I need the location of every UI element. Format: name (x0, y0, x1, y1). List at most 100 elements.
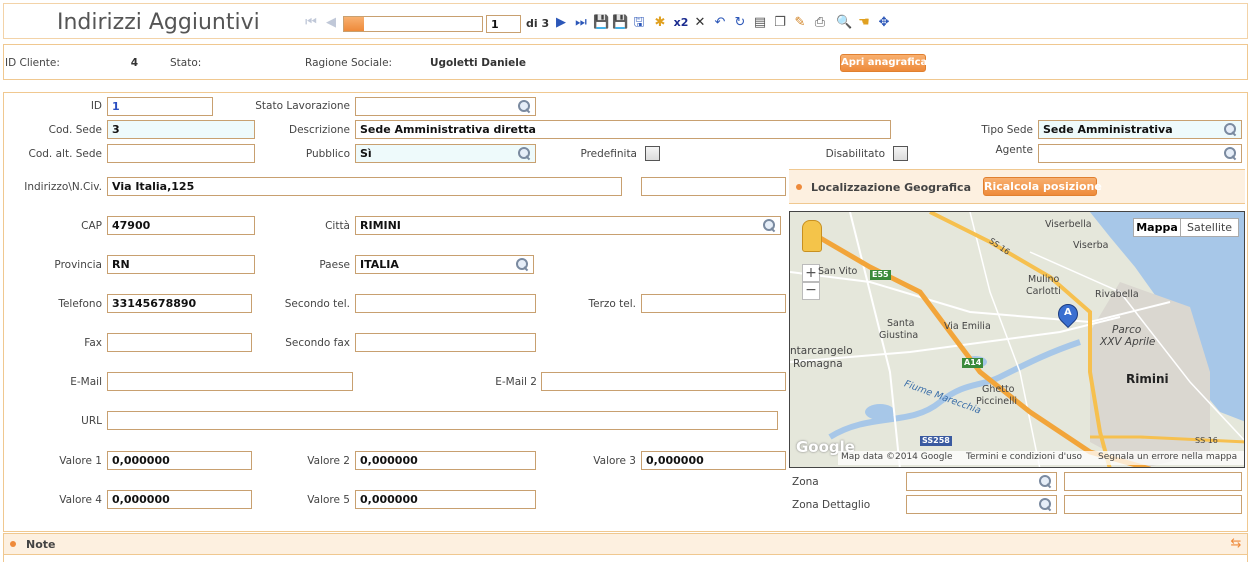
paese-label: Paese (319, 259, 350, 271)
map-label-santarcangelo: ntarcangelo (790, 345, 853, 357)
civico-field[interactable] (641, 177, 786, 196)
id-cliente-value: 4 (130, 57, 138, 69)
previous-record-icon[interactable]: ◀ (323, 15, 339, 31)
fax-field[interactable] (107, 333, 252, 352)
record-number-input[interactable]: 1 (486, 15, 521, 33)
map-footer-report[interactable]: Segnala un errore nella mappa (1098, 452, 1237, 462)
cap-field[interactable]: 47900 (107, 216, 255, 235)
email-field[interactable] (107, 372, 353, 391)
map-shield-ss258: SS258 (920, 436, 952, 446)
hand-icon[interactable]: ☚ (856, 15, 872, 31)
cod-sede-field[interactable]: 3 (107, 120, 255, 139)
predefinita-label: Predefinita (580, 148, 637, 160)
agente-select[interactable] (1038, 144, 1242, 163)
map-type-mappa-button[interactable]: Mappa (1133, 218, 1181, 237)
preview-icon[interactable]: 🔍 (836, 15, 852, 31)
note-title: Note (26, 538, 56, 551)
predefinita-checkbox[interactable] (645, 146, 660, 161)
print-icon[interactable]: ⎙ (812, 15, 828, 31)
move-icon[interactable]: ✥ (876, 15, 892, 31)
zona-dettaglio-select[interactable] (906, 495, 1057, 514)
search-icon[interactable] (1037, 474, 1053, 489)
refresh-icon[interactable]: ↻ (732, 15, 748, 31)
search-icon[interactable] (1222, 122, 1238, 137)
map-label-mulino: Mulino (1028, 274, 1060, 285)
map-label-giustina: Giustina (879, 330, 919, 341)
search-icon[interactable] (516, 146, 532, 161)
descrizione-field[interactable]: Sede Amministrativa diretta (355, 120, 891, 139)
search-icon[interactable] (1222, 146, 1238, 161)
map-type-satellite-button[interactable]: Satellite (1181, 218, 1239, 237)
valore4-field[interactable]: 0,000000 (107, 490, 252, 509)
tipo-sede-select[interactable]: Sede Amministrativa (1038, 120, 1242, 139)
citta-select[interactable]: RIMINI (355, 216, 781, 235)
url-field[interactable] (107, 411, 778, 430)
ricalcola-posizione-button[interactable]: Ricalcola posizione (983, 177, 1102, 196)
save-new-icon[interactable]: 🖫 (631, 15, 647, 31)
valore2-field[interactable]: 0,000000 (355, 451, 536, 470)
telefono-field[interactable]: 33145678890 (107, 294, 252, 313)
copy-icon[interactable]: ❐ (772, 15, 788, 31)
valore2-label: Valore 2 (307, 455, 350, 467)
undo-icon[interactable]: ↶ (712, 15, 728, 31)
zona-description-field[interactable] (1064, 472, 1242, 491)
disabilitato-checkbox[interactable] (893, 146, 908, 161)
agente-label: Agente (995, 144, 1033, 156)
save-as-icon[interactable]: 💾 (612, 15, 628, 31)
email-label: E-Mail (70, 376, 102, 388)
secondo-fax-field[interactable] (355, 333, 536, 352)
street-view-pegman-icon[interactable] (802, 220, 822, 252)
save-icon[interactable]: 💾 (593, 15, 609, 31)
duplicate-icon[interactable]: x2 (672, 15, 690, 31)
zona-select[interactable] (906, 472, 1057, 491)
record-count: di 3 (526, 17, 550, 30)
provincia-label: Provincia (54, 259, 102, 271)
map-footer-data: Map data ©2014 Google (841, 452, 953, 462)
cod-alt-sede-field[interactable] (107, 144, 255, 163)
delete-icon[interactable]: ✕ (692, 15, 708, 31)
search-icon[interactable] (514, 257, 530, 272)
ragione-sociale-label: Ragione Sociale: (305, 57, 393, 69)
id-label: ID (90, 100, 102, 112)
terzo-tel-field[interactable] (641, 294, 786, 313)
zona-dettaglio-description-field[interactable] (1064, 495, 1242, 514)
zoom-out-button[interactable]: − (802, 282, 820, 300)
pubblico-label: Pubblico (305, 148, 350, 160)
valore3-label: Valore 3 (593, 455, 636, 467)
paese-select[interactable]: ITALIA (355, 255, 534, 274)
map-footer-terms[interactable]: Termini e condizioni d'uso (966, 452, 1082, 462)
map-shield-a14: A14 (962, 358, 984, 368)
stato-lavorazione-select[interactable] (355, 97, 536, 116)
valore5-field[interactable]: 0,000000 (355, 490, 536, 509)
secondo-tel-field[interactable] (355, 294, 536, 313)
pubblico-select[interactable]: Sì (355, 144, 536, 163)
apri-anagrafica-button[interactable]: Apri anagrafica (840, 54, 927, 72)
cap-label: CAP (81, 220, 102, 232)
paese-value: ITALIA (360, 258, 399, 271)
first-record-icon[interactable]: ⏮ (303, 15, 319, 31)
map-label-carlotti: Carlotti (1026, 286, 1061, 297)
provincia-field[interactable]: RN (107, 255, 255, 274)
valore1-field[interactable]: 0,000000 (107, 451, 252, 470)
cod-alt-sede-label: Cod. alt. Sede (28, 148, 103, 160)
id-field[interactable]: 1 (107, 97, 213, 116)
indirizzo-field[interactable]: Via Italia,125 (107, 177, 622, 196)
secondo-tel-label: Secondo tel. (284, 298, 350, 310)
edit-icon[interactable]: ✎ (792, 15, 808, 31)
valore3-field[interactable]: 0,000000 (641, 451, 786, 470)
next-record-icon[interactable]: ▶ (553, 15, 569, 31)
zona-dettaglio-label: Zona Dettaglio (792, 499, 871, 511)
search-icon[interactable] (516, 99, 532, 114)
export-icon[interactable]: ▤ (752, 15, 768, 31)
stato-label: Stato: (170, 57, 202, 69)
last-record-icon[interactable]: ⏭ (573, 15, 589, 31)
email2-field[interactable] (541, 372, 786, 391)
note-header[interactable] (3, 533, 1248, 555)
map-label-rivabella: Rivabella (1095, 289, 1139, 300)
disabilitato-label: Disabilitato (825, 148, 885, 160)
search-icon[interactable] (1037, 497, 1053, 512)
expand-icon[interactable]: ⇆ (1228, 536, 1244, 552)
new-record-icon[interactable]: ✱ (652, 15, 668, 31)
map-view[interactable]: Mappa Satellite + − A Viserbella Viserba… (789, 211, 1245, 468)
search-icon[interactable] (761, 218, 777, 233)
